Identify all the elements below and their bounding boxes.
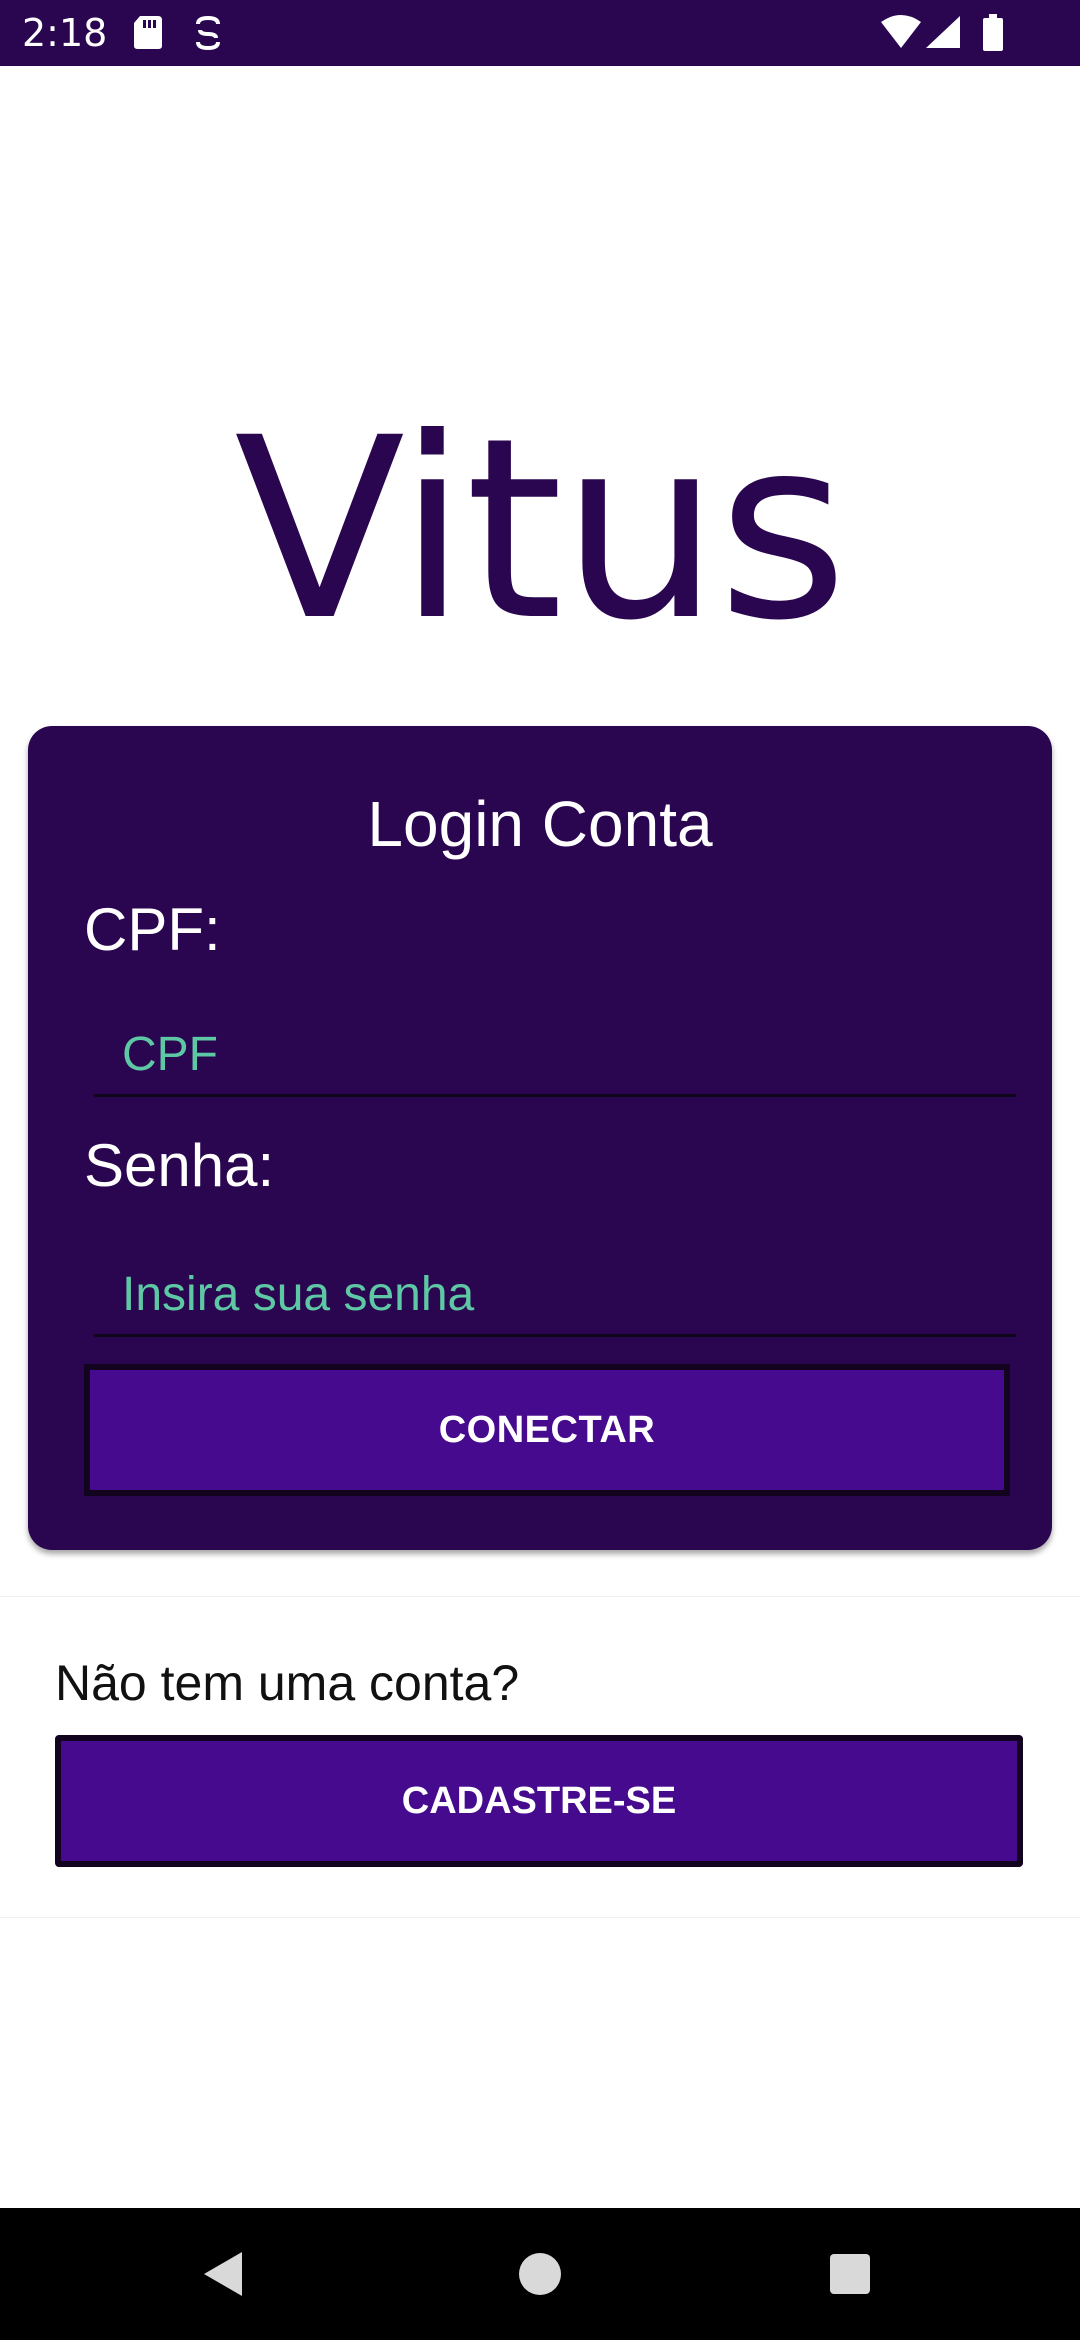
signup-question: Não tem uma conta?: [55, 1655, 520, 1711]
battery-icon: [982, 14, 1004, 57]
login-card: Login Conta CPF: CPF Senha: Insira sua s…: [28, 726, 1052, 1550]
cpf-placeholder: CPF: [122, 1028, 218, 1081]
status-bar: 2:18: [0, 0, 1080, 66]
signup-section: Não tem uma conta? CADASTRE-SE: [0, 1596, 1080, 1918]
back-icon[interactable]: [196, 2244, 256, 2304]
wifi-icon: [880, 14, 922, 55]
senha-label: Senha:: [84, 1132, 275, 1199]
signal-icon: [924, 14, 962, 55]
connect-button[interactable]: CONECTAR: [84, 1364, 1010, 1496]
signup-button[interactable]: CADASTRE-SE: [55, 1735, 1023, 1867]
login-screen: 2:18 Vitus Login Conta CPF: CPF Senha: I…: [0, 0, 1080, 2340]
app-logo-title: Vitus: [234, 384, 848, 675]
cpf-input[interactable]: CPF: [94, 998, 1016, 1097]
home-icon[interactable]: [510, 2244, 570, 2304]
navigation-bar: [0, 2208, 1080, 2340]
sync-icon: [192, 14, 224, 57]
recents-icon[interactable]: [820, 2244, 880, 2304]
login-card-title: Login Conta: [367, 788, 713, 860]
cpf-label: CPF:: [84, 896, 221, 963]
password-placeholder: Insira sua senha: [122, 1268, 475, 1321]
status-time: 2:18: [22, 11, 108, 55]
password-input[interactable]: Insira sua senha: [94, 1238, 1016, 1337]
sd-card-icon: [132, 14, 164, 55]
